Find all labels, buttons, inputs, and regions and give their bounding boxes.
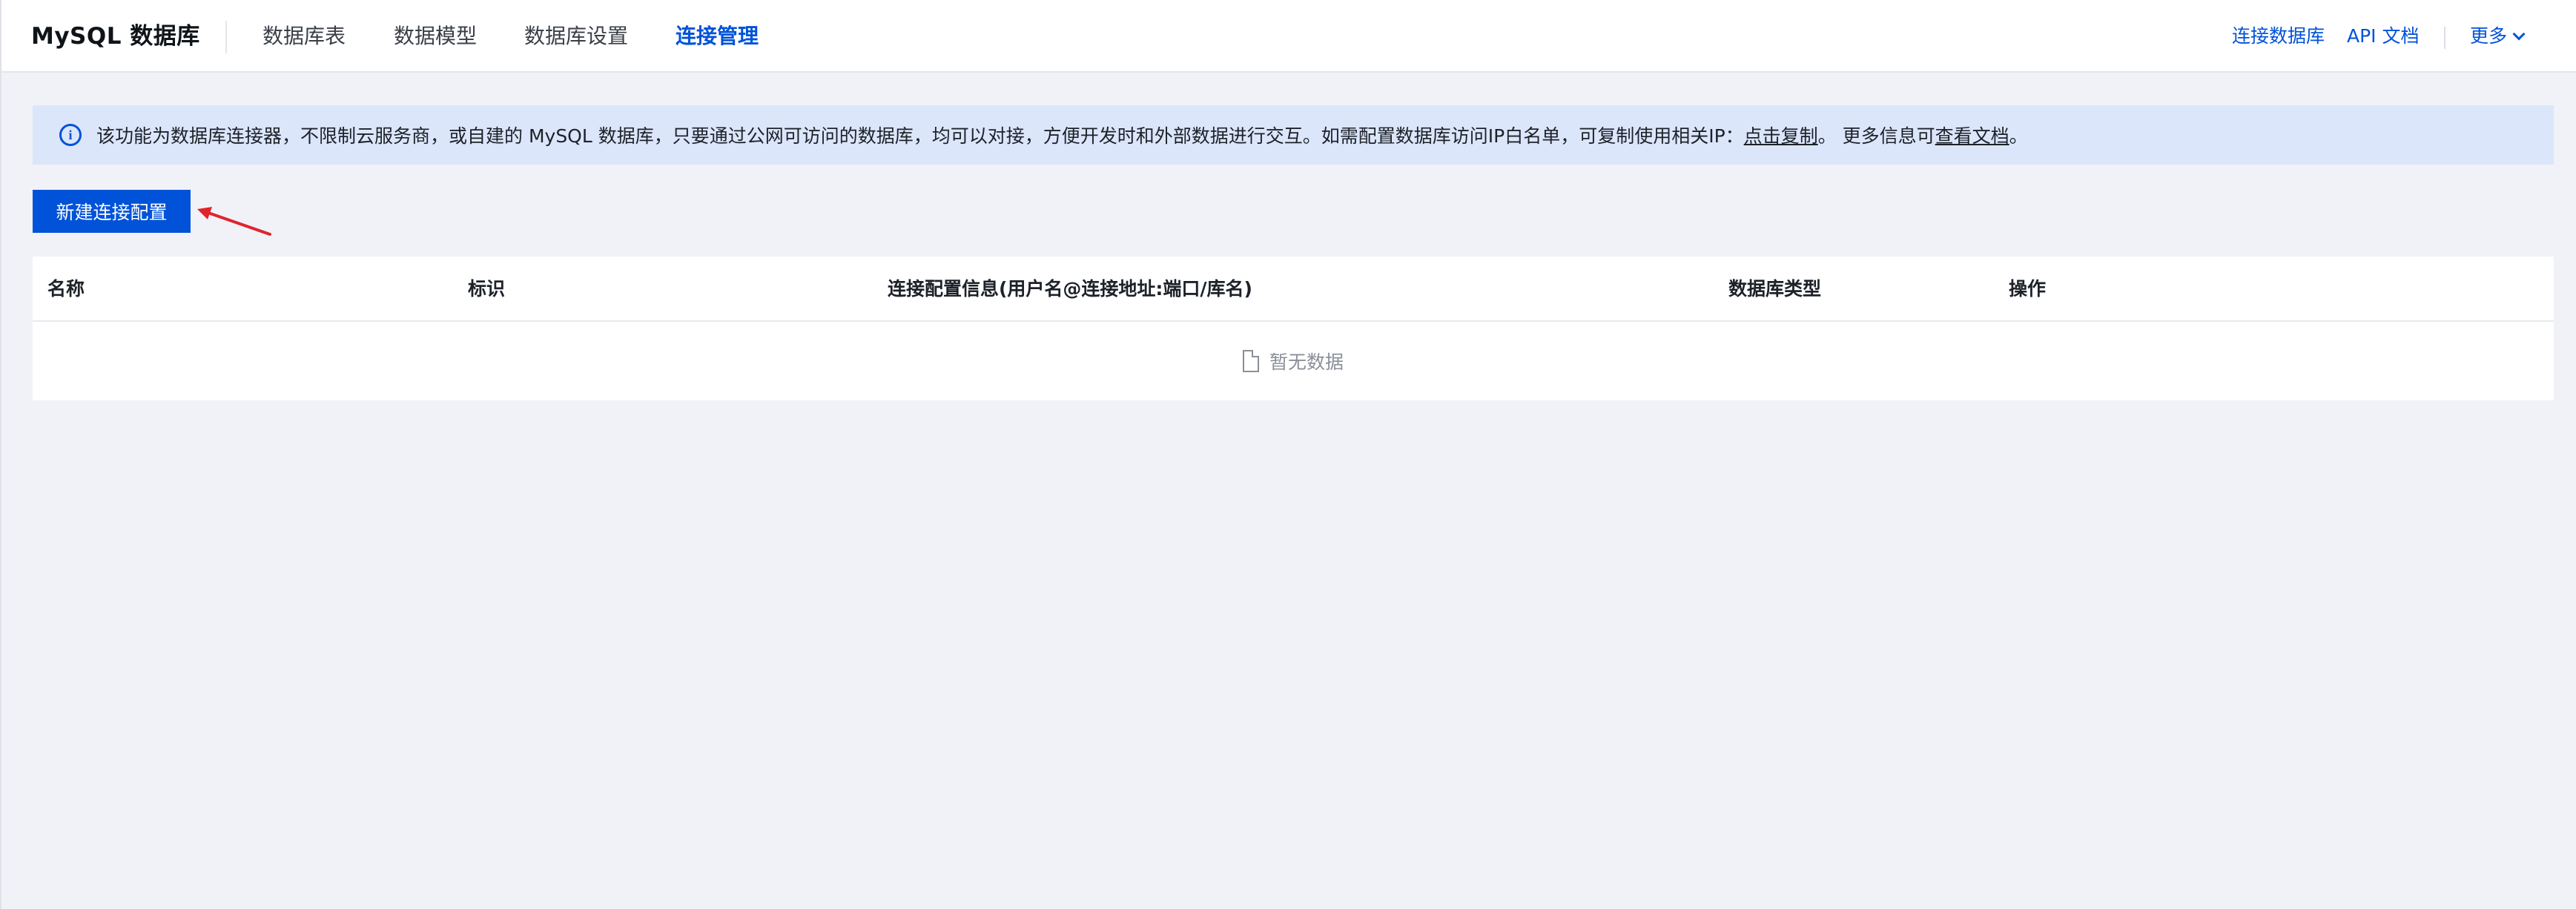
column-header-database-type: 数据库类型 [1728,278,1822,300]
notice-text-middle: 。 更多信息可 [1817,125,1935,147]
view-docs-link[interactable]: 查看文档 [1935,122,2009,148]
empty-state-text: 暂无数据 [1269,351,1344,373]
connections-table: 名称 标识 连接配置信息(用户名@连接地址:端口/库名) 数据库类型 操作 暂无… [33,257,2554,400]
red-arrow-icon [197,207,271,236]
document-icon [1242,350,1259,372]
info-notice: i 该功能为数据库连接器，不限制云服务商，或自建的 MySQL 数据库，只要通过… [33,105,2554,165]
tab-database-tables[interactable]: 数据库表 [262,0,346,73]
more-menu-label: 更多 [2470,25,2508,47]
column-header-actions: 操作 [2009,278,2047,300]
info-circle-icon: i [59,124,82,146]
notice-text-end: 。 [2009,125,2028,147]
tab-database-settings[interactable]: 数据库设置 [524,0,628,73]
new-connection-button[interactable]: 新建连接配置 [33,190,191,233]
tab-data-models[interactable]: 数据模型 [394,0,477,73]
more-menu[interactable]: 更多 [2470,0,2526,73]
page: MySQL 数据库 数据库表 数据模型 数据库设置 连接管理 连接数据库 API… [0,0,2576,909]
column-header-identifier: 标识 [468,278,506,300]
tab-connection-management[interactable]: 连接管理 [676,0,759,73]
table-header: 名称 标识 连接配置信息(用户名@连接地址:端口/库名) 数据库类型 操作 [33,257,2554,322]
top-right-divider [2444,27,2445,49]
chevron-down-icon [2512,27,2526,41]
column-header-connection-info: 连接配置信息(用户名@连接地址:端口/库名) [888,278,1252,300]
api-docs-link[interactable]: API 文档 [2347,0,2420,73]
connect-database-link[interactable]: 连接数据库 [2232,0,2325,73]
notice-text: 该功能为数据库连接器，不限制云服务商，或自建的 MySQL 数据库，只要通过公网… [96,125,1744,147]
column-header-name: 名称 [47,278,85,300]
title-divider [225,21,227,53]
app-title: MySQL 数据库 [31,23,200,50]
top-navigation-bar: MySQL 数据库 数据库表 数据模型 数据库设置 连接管理 连接数据库 API… [1,0,2576,73]
copy-ip-link[interactable]: 点击复制 [1744,122,1818,148]
empty-state: 暂无数据 [33,322,2554,400]
